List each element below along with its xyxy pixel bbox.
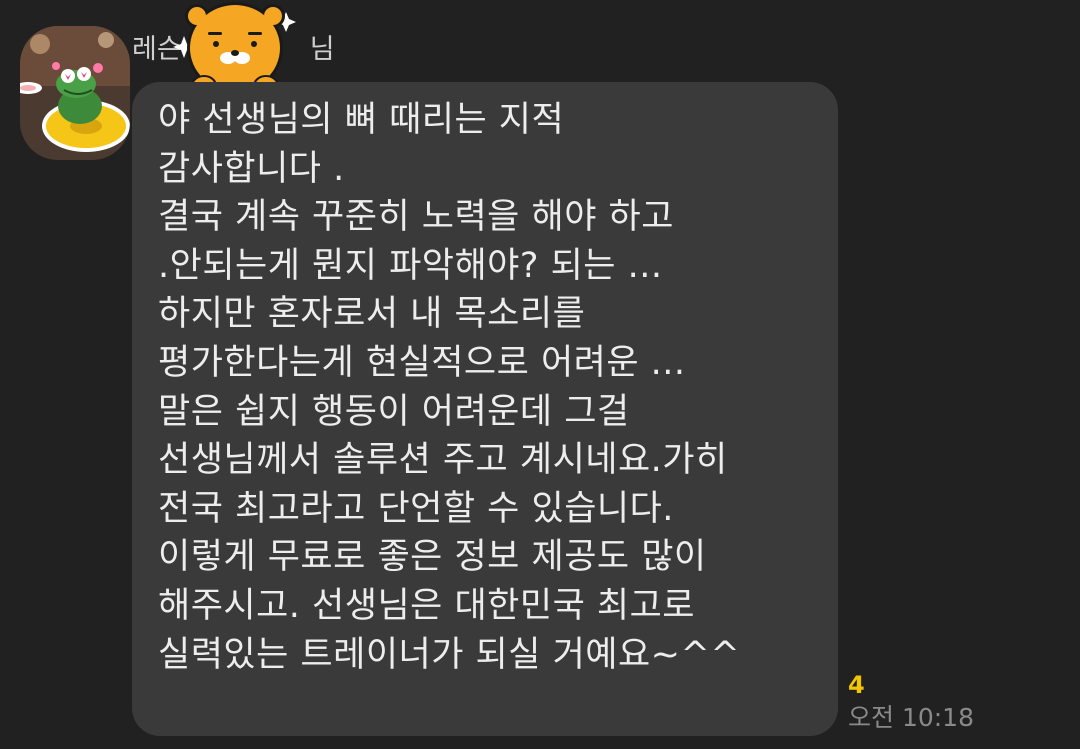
message-line: 이렇게 무료로 좋은 정보 제공도 많이 <box>158 537 707 578</box>
message-line: 실력있는 트레이너가 되실 거예요~^^ <box>158 634 741 675</box>
message-line: 선생님께서 솔루션 주고 계시네요.가히 <box>158 440 728 481</box>
message-line: 전국 최고라고 단언할 수 있습니다. <box>158 488 674 529</box>
unread-count: 4 <box>848 671 865 699</box>
crocodile-sticker-icon <box>20 26 130 160</box>
message-line: 감사합니다 . <box>158 148 345 189</box>
message-line: .안되는게 뭔지 파악해야? 되는 ... <box>158 245 663 286</box>
message-bubble[interactable]: 야 선생님의 뼈 때리는 지적 감사합니다 . 결국 계속 꾸준히 노력을 해야… <box>132 82 838 736</box>
message-line: 결국 계속 꾸준히 노력을 해야 하고 <box>158 197 674 238</box>
message-line: 야 선생님의 뼈 때리는 지적 <box>158 100 565 140</box>
message-line: 평가한다는게 현실적으로 어려운 ... <box>158 342 686 383</box>
sender-name-suffix: 님 <box>309 34 335 65</box>
chat-room: 레슨 님 야 선생님의 뼈 때리는 지적 감사합니다 . 결국 계속 꾸준히 노… <box>0 0 1080 749</box>
message-line: 말은 쉽지 행동이 어려운데 그걸 <box>158 391 630 432</box>
message-line: 하지만 혼자로서 내 목소리를 <box>158 294 586 335</box>
message-line: 해주시고. 선생님은 대한민국 최고로 <box>158 585 696 626</box>
message-time: 오전 10:18 <box>848 703 974 732</box>
profile-avatar[interactable] <box>20 26 130 160</box>
